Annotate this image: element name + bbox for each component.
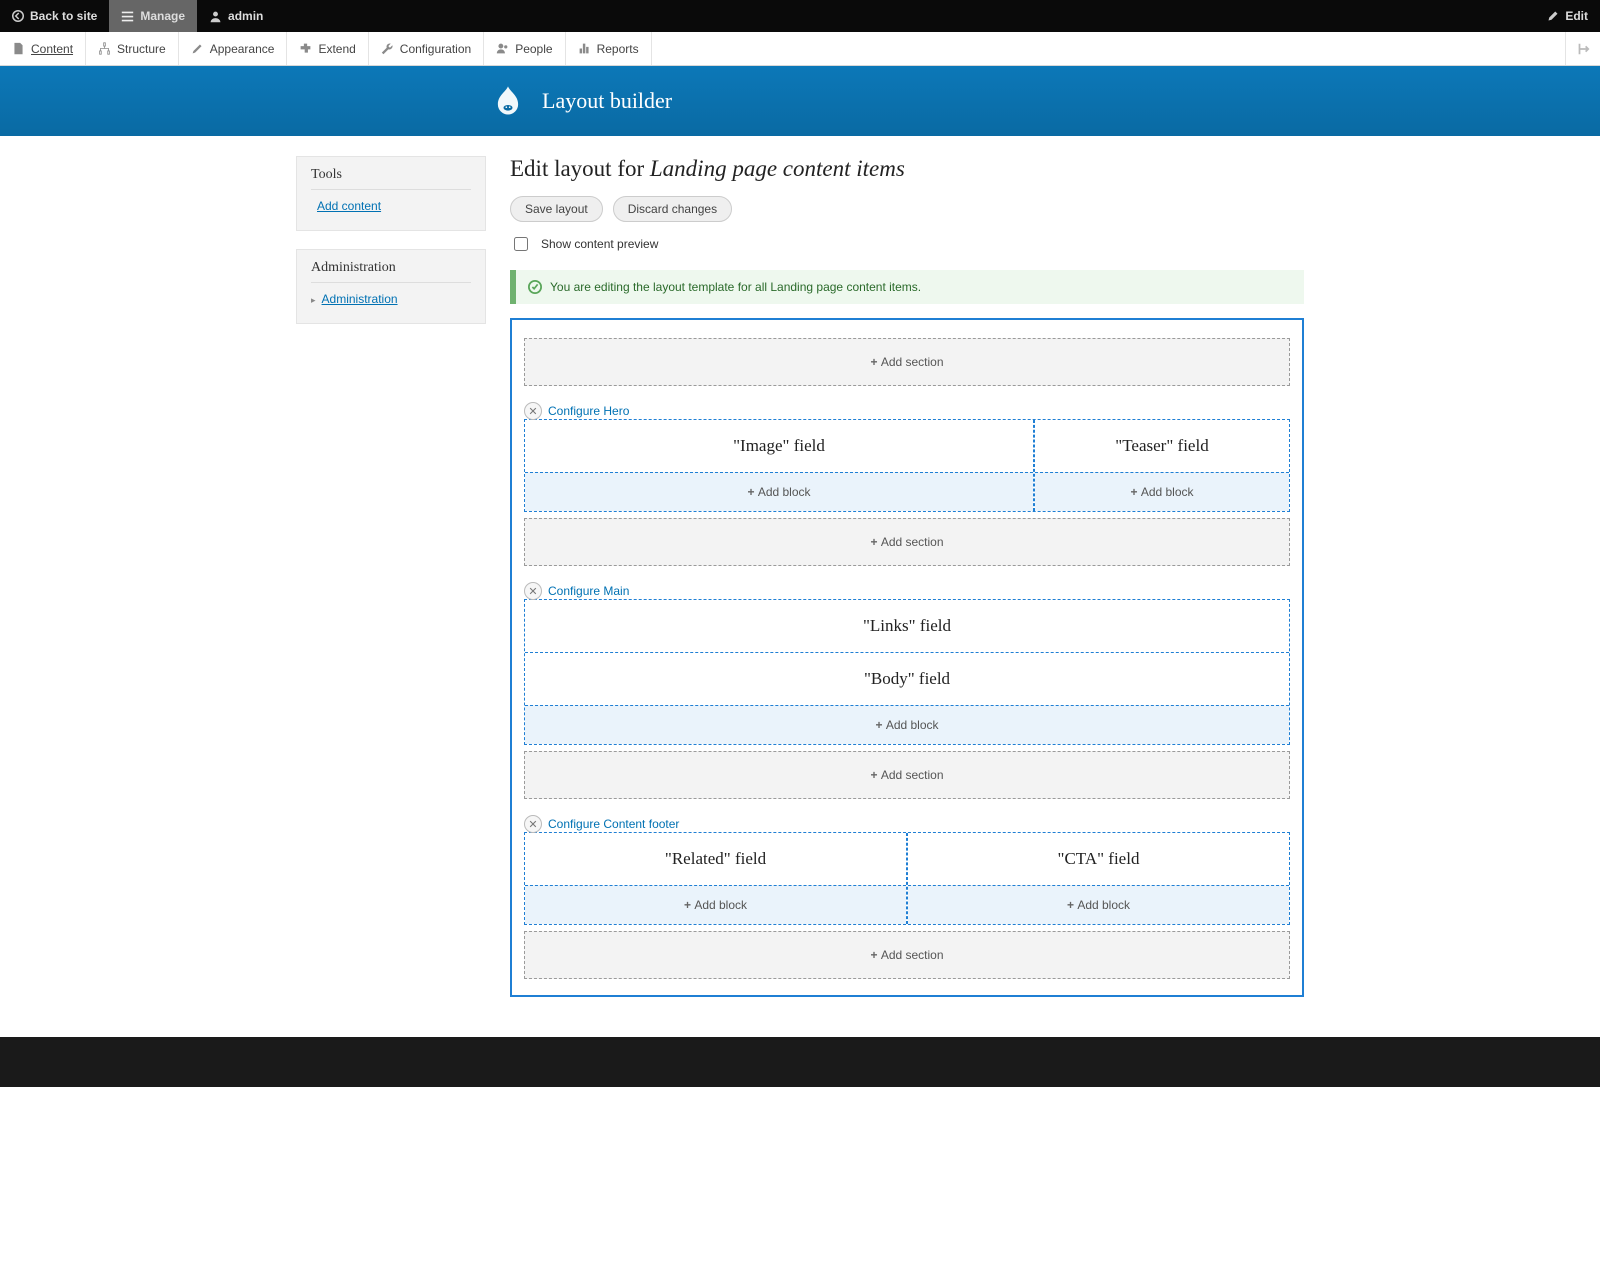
page-header: Layout builder (0, 66, 1600, 136)
puzzle-icon (299, 42, 312, 55)
remove-section-main[interactable]: ✕ (524, 582, 542, 600)
add-section-3[interactable]: Add section (524, 931, 1290, 979)
edit-label: Edit (1565, 9, 1588, 23)
administration-heading: Administration (311, 260, 471, 283)
people-icon (496, 42, 509, 55)
add-section-1[interactable]: Add section (524, 518, 1290, 566)
status-message: You are editing the layout template for … (510, 270, 1304, 304)
wrench-icon (381, 42, 394, 55)
tray-icon (1576, 42, 1590, 56)
reports-icon (578, 42, 591, 55)
back-to-site[interactable]: Back to site (0, 0, 109, 32)
configure-content-footer-link[interactable]: Configure Content footer (548, 817, 679, 831)
add-block-hero-right[interactable]: Add block (1035, 472, 1289, 511)
content-preview-toggle[interactable]: Show content preview (510, 234, 1304, 254)
configure-main-link[interactable]: Configure Main (548, 584, 629, 598)
section-header-main: ✕ Configure Main (524, 582, 1290, 600)
menu-configuration[interactable]: Configuration (369, 32, 484, 65)
footer-col-left: "Related" field Add block (525, 833, 907, 924)
administration-block: Administration Administration (296, 249, 486, 324)
field-image[interactable]: "Image" field (525, 420, 1033, 472)
admin-menu: Content Structure Appearance Extend Conf… (0, 32, 1600, 66)
add-block-main[interactable]: Add block (525, 705, 1289, 744)
file-icon (12, 42, 25, 55)
menu-people[interactable]: People (484, 32, 565, 65)
save-layout-button[interactable]: Save layout (510, 196, 603, 222)
tray-orientation-toggle[interactable] (1565, 32, 1600, 65)
field-related[interactable]: "Related" field (525, 833, 906, 885)
field-teaser[interactable]: "Teaser" field (1035, 420, 1289, 472)
section-header-hero: ✕ Configure Hero (524, 402, 1290, 420)
layout-canvas: Add section ✕ Configure Hero "Image" fie… (510, 318, 1304, 997)
tools-block: Tools Add content (296, 156, 486, 231)
add-block-hero-left[interactable]: Add block (525, 472, 1033, 511)
field-body[interactable]: "Body" field (525, 653, 1289, 705)
hero-col-right: "Teaser" field Add block (1034, 420, 1289, 511)
menu-content[interactable]: Content (0, 32, 86, 65)
main: Edit layout for Landing page content ite… (510, 156, 1304, 997)
edit-toggle[interactable]: Edit (1535, 0, 1600, 32)
hamburger-icon (121, 10, 134, 23)
section-hero: "Image" field Add block "Teaser" field A… (524, 419, 1290, 512)
manage-toggle[interactable]: Manage (109, 0, 197, 32)
appearance-icon (191, 42, 204, 55)
toolbar: Back to site Manage admin Edit (0, 0, 1600, 32)
remove-section-hero[interactable]: ✕ (524, 402, 542, 420)
content-preview-checkbox[interactable] (514, 237, 528, 251)
configure-hero-link[interactable]: Configure Hero (548, 404, 629, 418)
menu-appearance[interactable]: Appearance (179, 32, 288, 65)
field-cta[interactable]: "CTA" field (908, 833, 1289, 885)
structure-icon (98, 42, 111, 55)
section-content-footer: "Related" field Add block "CTA" field Ad… (524, 832, 1290, 925)
sidebar-item-add-content[interactable]: Add content (311, 196, 471, 216)
drupal-logo-icon (490, 83, 526, 119)
page-header-title: Layout builder (542, 88, 672, 114)
footer-col-right: "CTA" field Add block (907, 833, 1289, 924)
menu-extend[interactable]: Extend (287, 32, 368, 65)
tools-heading: Tools (311, 167, 471, 190)
sidebar-item-administration[interactable]: Administration (311, 289, 471, 309)
sidebar: Tools Add content Administration Adminis… (296, 156, 486, 997)
user-icon (209, 10, 222, 23)
user-menu[interactable]: admin (197, 0, 275, 32)
site-footer (0, 1037, 1600, 1087)
field-links[interactable]: "Links" field (525, 600, 1289, 653)
hero-col-left: "Image" field Add block (525, 420, 1034, 511)
back-label: Back to site (30, 9, 97, 23)
manage-label: Manage (140, 9, 185, 23)
remove-section-footer[interactable]: ✕ (524, 815, 542, 833)
pencil-icon (1547, 10, 1559, 22)
section-main: "Links" field "Body" field Add block (524, 599, 1290, 745)
add-section-2[interactable]: Add section (524, 751, 1290, 799)
menu-structure[interactable]: Structure (86, 32, 179, 65)
section-header-footer: ✕ Configure Content footer (524, 815, 1290, 833)
menu-reports[interactable]: Reports (566, 32, 652, 65)
back-icon (12, 10, 24, 22)
discard-changes-button[interactable]: Discard changes (613, 196, 732, 222)
add-block-footer-right[interactable]: Add block (908, 885, 1289, 924)
add-section-0[interactable]: Add section (524, 338, 1290, 386)
page-title: Edit layout for Landing page content ite… (510, 156, 1304, 182)
add-block-footer-left[interactable]: Add block (525, 885, 906, 924)
user-label: admin (228, 9, 263, 23)
info-icon (528, 280, 542, 294)
